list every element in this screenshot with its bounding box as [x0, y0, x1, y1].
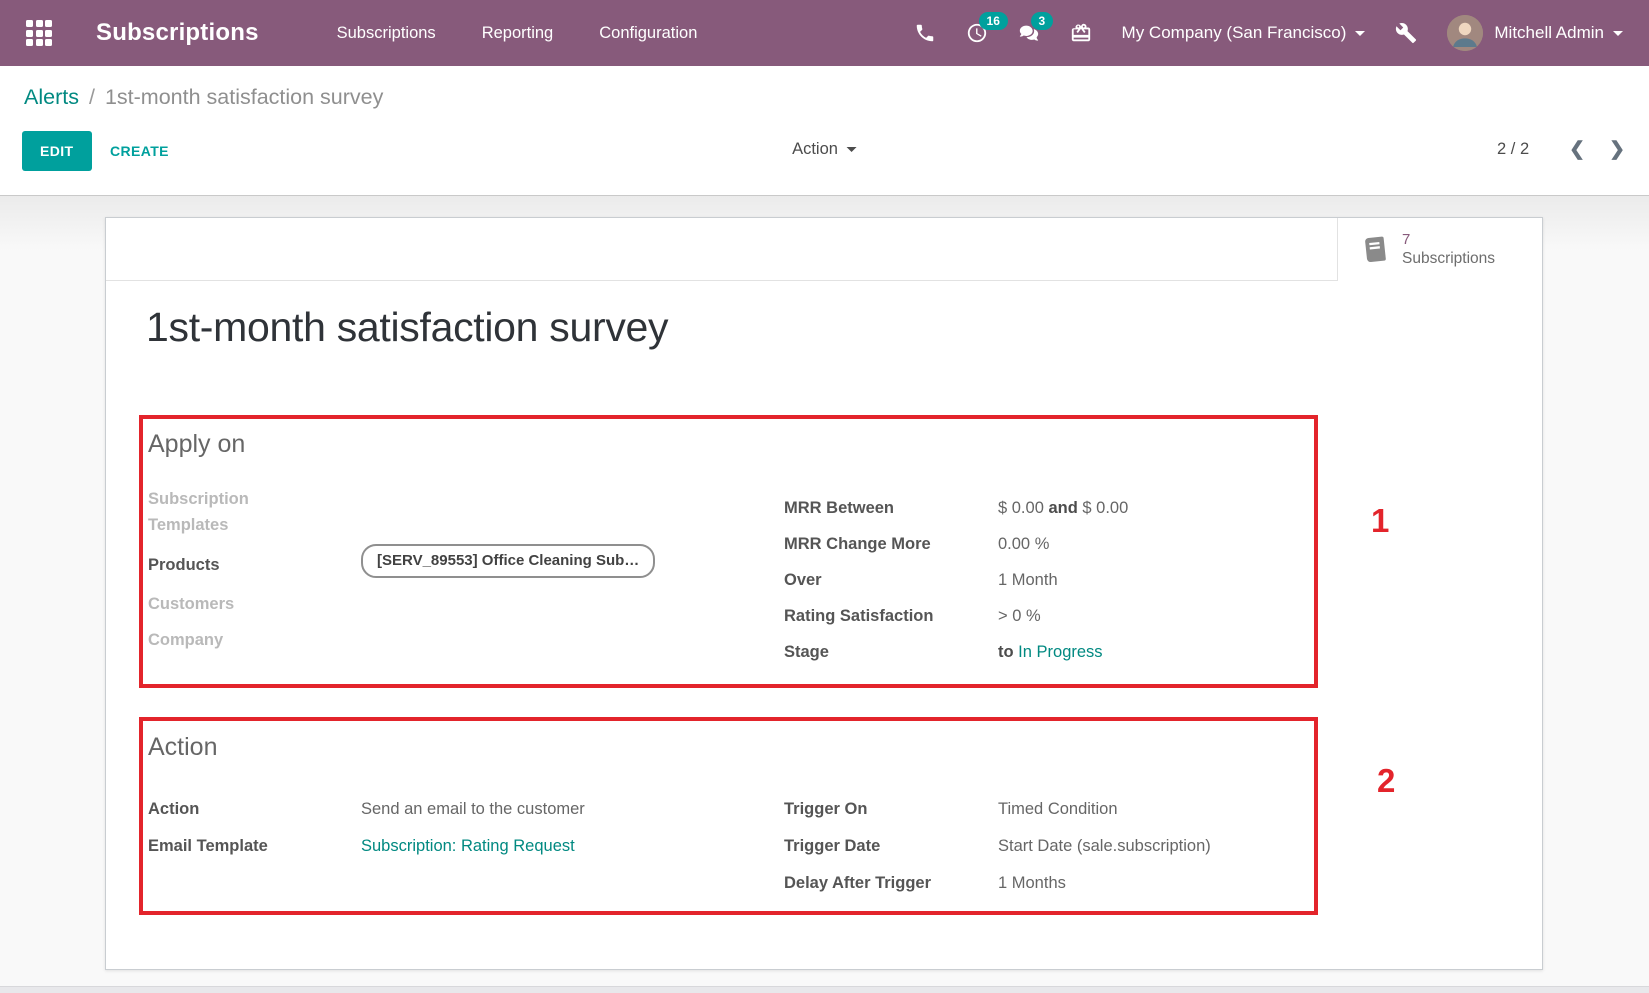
customers-label: Customers [148, 591, 316, 617]
trigger-date-value: Start Date (sale.subscription) [998, 833, 1384, 859]
action-right-column: Trigger On Timed Condition Trigger Date … [784, 790, 1384, 901]
field-row-company: Company [148, 622, 738, 658]
bottom-strip [0, 986, 1649, 993]
breadcrumb: Alerts / 1st-month satisfaction survey [24, 85, 383, 110]
action-menu-button[interactable]: Action [792, 140, 857, 159]
edit-button[interactable]: EDIT [22, 131, 92, 171]
products-value: [SERV_89553] Office Cleaning Sub… [361, 544, 738, 586]
phone-icon[interactable] [914, 22, 936, 44]
products-label: Products [148, 552, 316, 578]
record-title: 1st-month satisfaction survey [146, 304, 668, 351]
menu-subscriptions[interactable]: Subscriptions [337, 24, 436, 43]
chevron-down-icon [1613, 31, 1623, 36]
trigger-on-value: Timed Condition [998, 796, 1384, 822]
stage-in-progress-link[interactable]: In Progress [1018, 643, 1102, 661]
action-label: Action [148, 796, 316, 822]
action-heading: Action [148, 733, 217, 762]
field-row-mrr-between: MRR Between $ 0.00 and $ 0.00 [784, 490, 1384, 526]
message-count-badge: 3 [1031, 12, 1054, 30]
apply-on-heading: Apply on [148, 430, 245, 459]
subscription-templates-label: Subscription Templates [148, 486, 316, 538]
chevron-down-icon [847, 147, 857, 152]
email-template-label: Email Template [148, 833, 316, 859]
app-title[interactable]: Subscriptions [96, 19, 259, 47]
field-row-mrr-change: MRR Change More 0.00 % [784, 526, 1384, 562]
field-row-delay-after-trigger: Delay After Trigger 1 Months [784, 864, 1384, 901]
breadcrumb-alerts-link[interactable]: Alerts [24, 85, 79, 109]
stage-label: Stage [784, 639, 998, 665]
rating-satisfaction-label: Rating Satisfaction [784, 603, 998, 629]
user-menu[interactable]: Mitchell Admin [1447, 15, 1623, 51]
trigger-date-label: Trigger Date [784, 833, 998, 859]
book-icon [1359, 234, 1391, 266]
stage-value: to In Progress [998, 639, 1384, 665]
over-value: 1 Month [998, 567, 1384, 593]
field-row-stage: Stage to In Progress [784, 634, 1384, 670]
company-switcher[interactable]: My Company (San Francisco) [1122, 23, 1366, 43]
field-row-trigger-date: Trigger Date Start Date (sale.subscripti… [784, 827, 1384, 864]
mrr-change-value: 0.00 % [998, 531, 1384, 557]
company-name: My Company (San Francisco) [1122, 23, 1347, 43]
pager: 2 / 2 ❮ ❯ [1497, 140, 1625, 159]
menu-reporting[interactable]: Reporting [482, 24, 554, 43]
control-panel: Alerts / 1st-month satisfaction survey EDI… [0, 66, 1649, 196]
gift-icon[interactable] [1070, 22, 1092, 44]
create-button[interactable]: CREATE [108, 131, 171, 171]
subscriptions-stat-button[interactable]: 7 Subscriptions [1337, 218, 1542, 281]
stat-label: Subscriptions [1402, 249, 1495, 269]
mrr-between-label: MRR Between [784, 495, 998, 521]
field-row-rating-satisfaction: Rating Satisfaction > 0 % [784, 598, 1384, 634]
product-tag[interactable]: [SERV_89553] Office Cleaning Sub… [361, 544, 655, 578]
delay-after-trigger-label: Delay After Trigger [784, 870, 998, 896]
breadcrumb-separator: / [89, 85, 95, 109]
field-row-over: Over 1 Month [784, 562, 1384, 598]
breadcrumb-current: 1st-month satisfaction survey [105, 85, 383, 109]
main-menu: Subscriptions Reporting Configuration [337, 24, 698, 43]
mrr-change-label: MRR Change More [784, 531, 998, 557]
apps-grid-icon[interactable] [26, 20, 52, 46]
pager-previous-button[interactable]: ❮ [1569, 140, 1585, 159]
trigger-on-label: Trigger On [784, 796, 998, 822]
menu-configuration[interactable]: Configuration [599, 24, 697, 43]
field-row-action: Action Send an email to the customer [148, 790, 738, 827]
user-avatar [1447, 15, 1483, 51]
activity-clock-icon[interactable]: 16 [966, 22, 988, 44]
chevron-down-icon [1355, 31, 1365, 36]
field-row-customers: Customers [148, 586, 738, 622]
pager-next-button[interactable]: ❯ [1609, 140, 1625, 159]
messages-icon[interactable]: 3 [1018, 22, 1040, 44]
apply-on-right-column: MRR Between $ 0.00 and $ 0.00 MRR Change… [784, 490, 1384, 670]
action-value: Send an email to the customer [361, 796, 738, 822]
delay-after-trigger-value: 1 Months [998, 870, 1384, 896]
apply-on-left-column: Subscription Templates Products [SERV_89… [148, 486, 738, 658]
field-row-subscription-templates: Subscription Templates [148, 486, 738, 544]
stat-button-bar: 7 Subscriptions [106, 218, 1542, 281]
mrr-between-value: $ 0.00 and $ 0.00 [998, 495, 1384, 521]
email-template-value: Subscription: Rating Request [361, 833, 738, 859]
activity-count-badge: 16 [979, 12, 1008, 30]
company-label: Company [148, 627, 316, 653]
debug-tools-icon[interactable] [1395, 22, 1417, 44]
user-name: Mitchell Admin [1494, 23, 1604, 43]
field-row-products: Products [SERV_89553] Office Cleaning Su… [148, 544, 738, 586]
form-view: 7 Subscriptions 1st-month satisfaction s… [0, 196, 1649, 993]
action-left-column: Action Send an email to the customer Ema… [148, 790, 738, 864]
pager-value: 2 / 2 [1497, 140, 1529, 159]
form-sheet: 7 Subscriptions 1st-month satisfaction s… [105, 217, 1543, 970]
field-row-trigger-on: Trigger On Timed Condition [784, 790, 1384, 827]
navbar-systray: 16 3 My Company (San Francisco) Mitchell [914, 15, 1623, 51]
page: Subscriptions Subscriptions Reporting Co… [0, 0, 1649, 993]
email-template-link[interactable]: Subscription: Rating Request [361, 837, 575, 855]
action-menu-label: Action [792, 140, 838, 159]
over-label: Over [784, 567, 998, 593]
field-row-email-template: Email Template Subscription: Rating Requ… [148, 827, 738, 864]
stat-count: 7 [1402, 230, 1495, 250]
rating-satisfaction-value: > 0 % [998, 603, 1384, 629]
top-navbar: Subscriptions Subscriptions Reporting Co… [0, 0, 1649, 66]
